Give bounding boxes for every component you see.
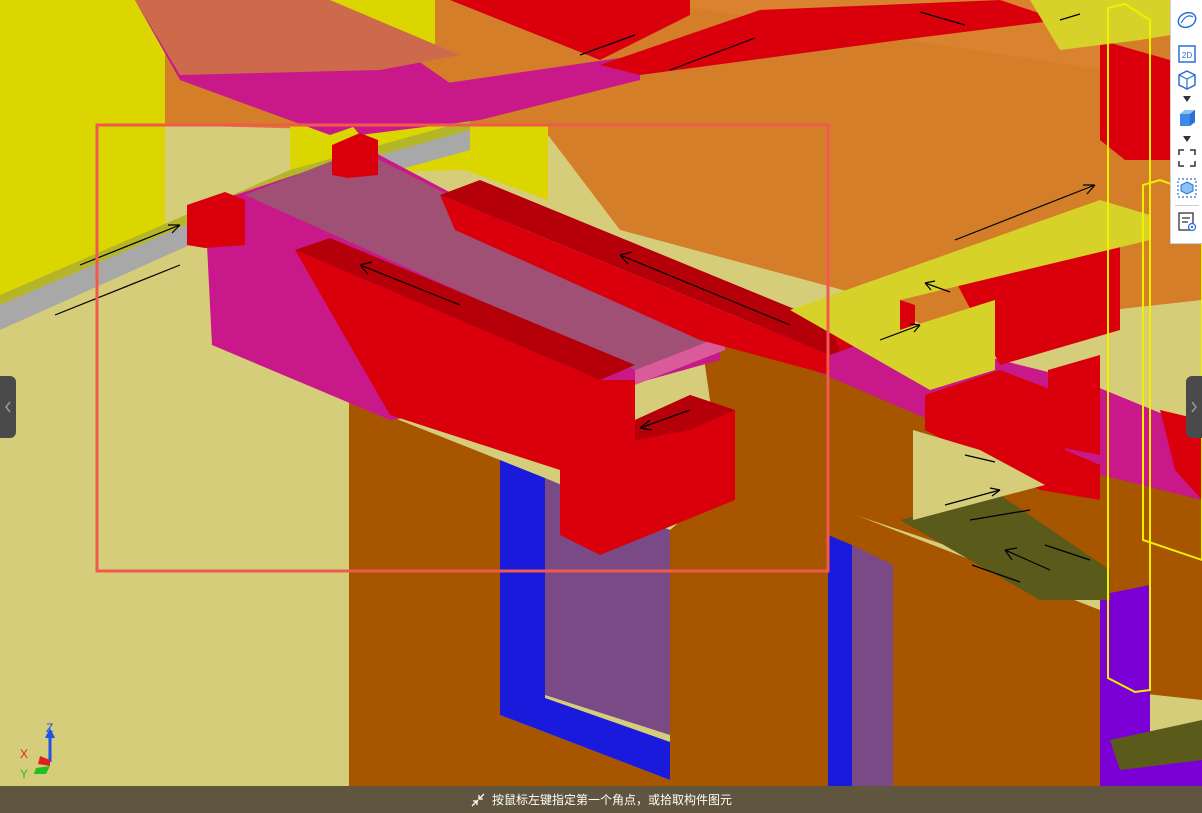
caret-down-icon [1183, 96, 1191, 102]
axis-z-label: Z [46, 722, 53, 735]
fullscreen-icon [1178, 149, 1196, 167]
dynamic-observe-button[interactable] [1174, 8, 1200, 32]
view-2d-icon: 2D [1178, 45, 1196, 63]
left-panel-toggle[interactable] [0, 376, 16, 438]
chevron-right-icon [1191, 401, 1197, 413]
element-display-button[interactable] [1174, 176, 1200, 200]
axis-y-label: Y [20, 767, 28, 780]
property-view-button[interactable] [1174, 210, 1200, 234]
fullscreen-button[interactable] [1174, 146, 1200, 170]
view-3d-icon [1178, 70, 1196, 90]
red-block-right [1048, 355, 1100, 455]
view-3d-dropdown[interactable] [1183, 96, 1191, 102]
view-2d-button[interactable]: 2D [1174, 42, 1200, 66]
view-2d-label: 2D [1182, 51, 1192, 60]
status-hint: 按鼠标左键指定第一个角点，或拾取构件图元 [491, 793, 732, 807]
view-3d-button[interactable] [1174, 68, 1200, 92]
toolbar-separator [1175, 205, 1199, 206]
dynamic-observe-icon [1177, 11, 1197, 29]
right-panel-toggle[interactable] [1186, 376, 1202, 438]
caret-down-icon [1183, 136, 1191, 142]
property-view-icon [1178, 212, 1197, 232]
window-frame-right [828, 535, 852, 786]
pick-cursor-icon [471, 793, 485, 806]
view-toolbar: 2D [1170, 0, 1202, 244]
element-display-icon [1177, 178, 1197, 198]
window-glass-right [852, 545, 893, 786]
display-mode-dropdown[interactable] [1183, 136, 1191, 142]
3d-viewport[interactable] [0, 0, 1202, 813]
axis-x-label: X [20, 747, 28, 761]
axis-triad: Z X Y [20, 722, 55, 780]
status-bar: 按鼠标左键指定第一个角点，或拾取构件图元 [0, 786, 1202, 813]
chevron-left-icon [5, 401, 11, 413]
red-block-tr [1100, 40, 1170, 160]
display-mode-icon [1180, 110, 1195, 126]
display-mode-button[interactable] [1174, 106, 1200, 130]
